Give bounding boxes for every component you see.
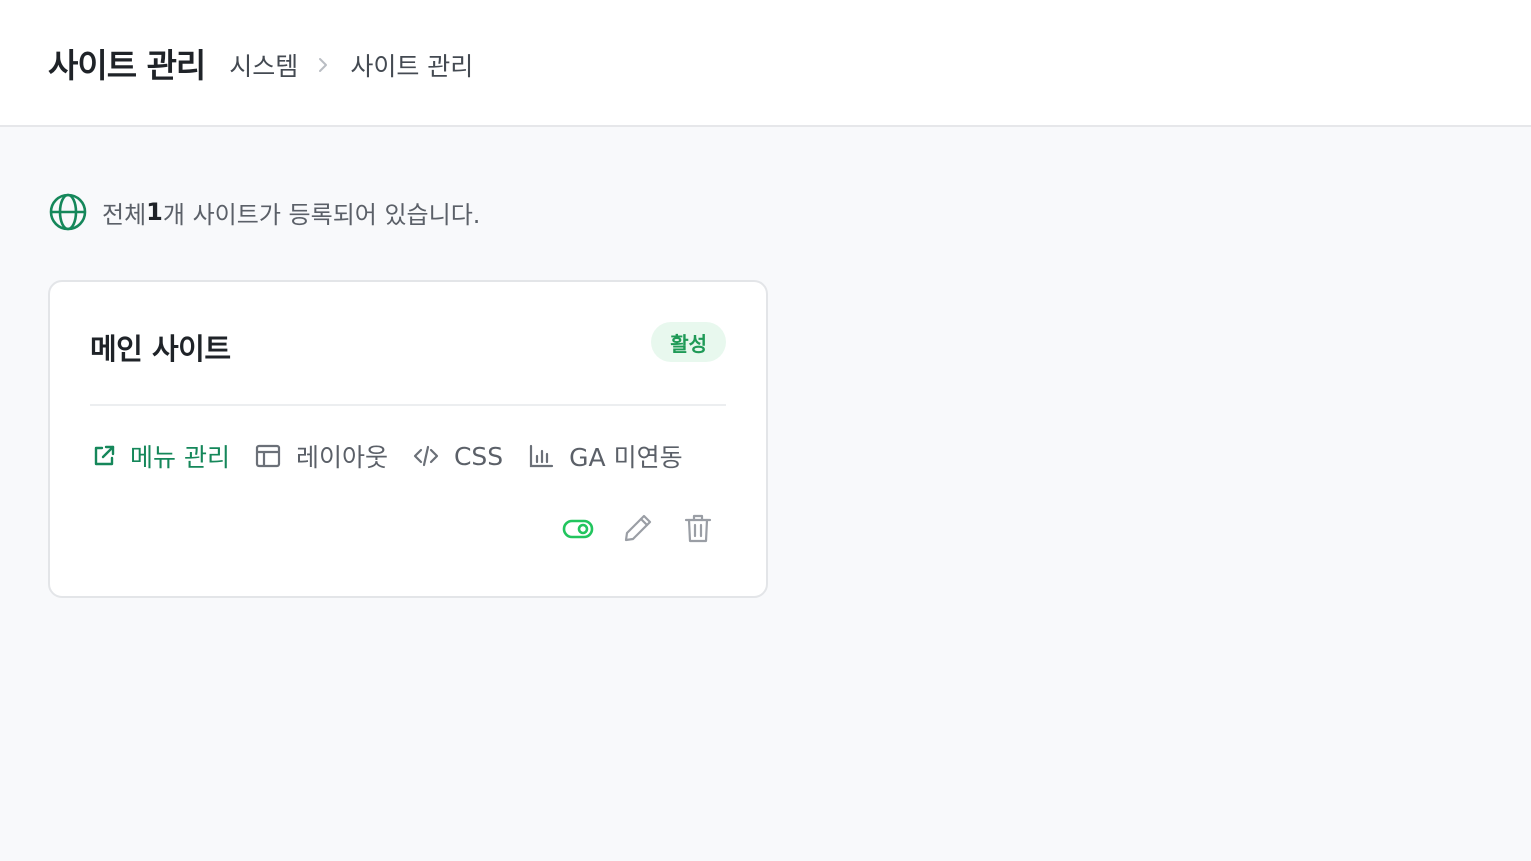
bar-chart-icon xyxy=(527,442,555,470)
site-count-summary: 전체 1개 사이트가 등록되어 있습니다. xyxy=(48,192,480,232)
external-link-icon xyxy=(90,442,118,470)
site-actions xyxy=(562,512,714,544)
css-label: CSS xyxy=(453,441,504,471)
site-card-header: 메인 사이트 활성 xyxy=(90,322,726,406)
breadcrumb-item-system[interactable]: 시스템 xyxy=(229,47,298,83)
page-title: 사이트 관리 xyxy=(48,45,206,85)
site-name: 메인 사이트 xyxy=(90,332,231,366)
layout-icon xyxy=(254,442,282,470)
css-link[interactable]: CSS xyxy=(412,442,503,471)
trash-icon[interactable] xyxy=(682,512,714,544)
breadcrumb: 시스템 사이트 관리 xyxy=(229,47,473,83)
menu-management-label: 메뉴 관리 xyxy=(130,443,230,472)
breadcrumb-item-site-management: 사이트 관리 xyxy=(350,51,474,81)
site-card: 메인 사이트 활성 메뉴 관리 레이아웃 CSS GA 미연동 xyxy=(48,280,768,598)
menu-management-link[interactable]: 메뉴 관리 xyxy=(90,438,230,474)
ga-link[interactable]: GA 미연동 xyxy=(527,438,683,474)
globe-icon xyxy=(48,192,88,232)
status-badge: 활성 xyxy=(651,322,726,362)
layout-label: 레이아웃 xyxy=(295,443,388,472)
summary-suffix: 개 사이트가 등록되어 있습니다. xyxy=(162,200,481,229)
page-header: 사이트 관리 시스템 사이트 관리 xyxy=(0,0,1531,127)
toggle-on-icon[interactable] xyxy=(562,512,594,544)
site-links: 메뉴 관리 레이아웃 CSS GA 미연동 xyxy=(90,438,683,474)
pencil-icon[interactable] xyxy=(622,512,654,544)
chevron-right-icon xyxy=(312,54,334,76)
summary-count: 1 xyxy=(146,198,163,226)
ga-label: GA 미연동 xyxy=(569,443,683,472)
code-icon xyxy=(412,442,440,470)
layout-link[interactable]: 레이아웃 xyxy=(254,438,388,474)
summary-prefix: 전체 xyxy=(102,200,147,229)
